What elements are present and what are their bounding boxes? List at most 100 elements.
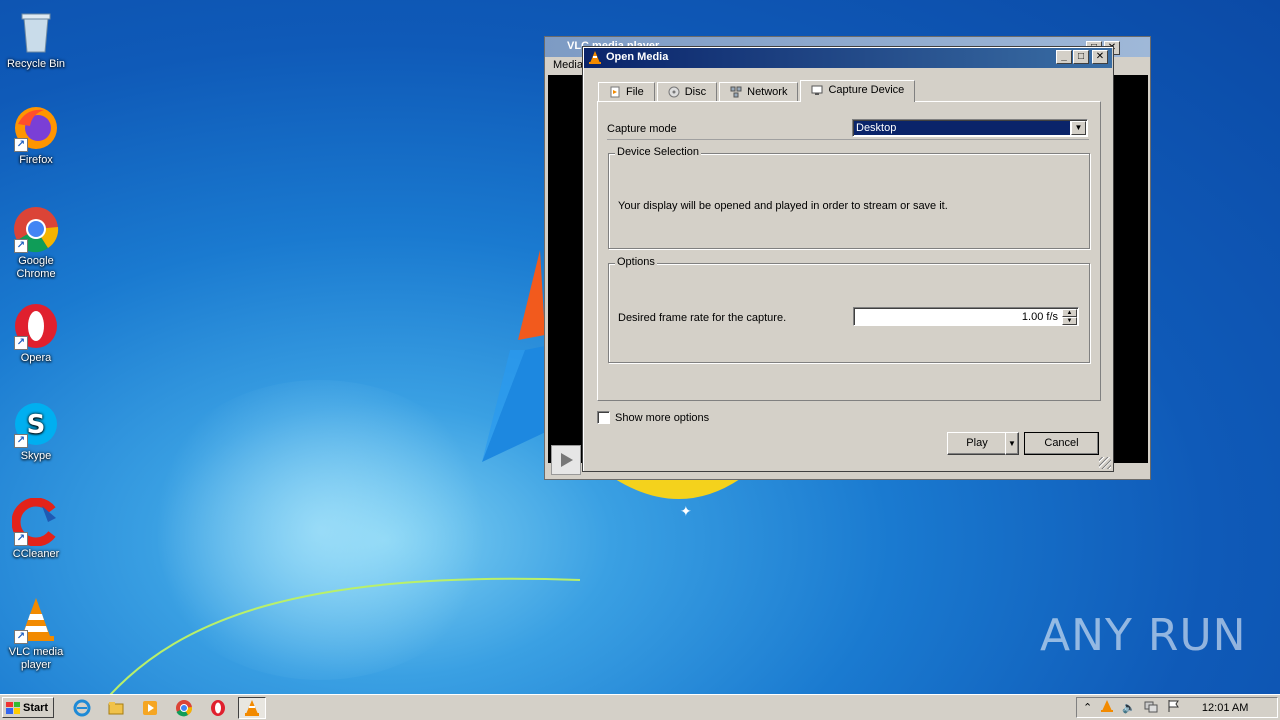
- frame-rate-label: Desired frame rate for the capture.: [618, 312, 787, 324]
- capture-device-icon: [811, 84, 823, 96]
- spin-up-icon[interactable]: ▲: [1062, 309, 1077, 317]
- frame-rate-value: 1.00 f/s: [1021, 311, 1058, 323]
- capture-mode-row: Capture mode Desktop ▼: [607, 116, 1089, 140]
- minimize-button[interactable]: _: [1056, 50, 1072, 64]
- wallpaper-swoosh: [109, 577, 581, 696]
- desktop-icon-label: VLC media player: [8, 646, 64, 671]
- play-icon: [561, 453, 573, 467]
- desktop-icon-label: Recycle Bin: [6, 58, 66, 70]
- desktop-icon-opera[interactable]: ↗ Opera: [0, 302, 72, 365]
- shortcut-arrow-icon: ↗: [14, 630, 28, 644]
- windows-flag-icon: [6, 701, 20, 714]
- opera-icon[interactable]: [204, 697, 232, 719]
- show-more-checkbox[interactable]: [597, 411, 610, 424]
- open-media-dialog: Open Media _ □ ✕ File Disc Network Captu…: [582, 46, 1114, 472]
- tab-file[interactable]: File: [598, 82, 655, 102]
- clock[interactable]: 12:01 AM: [1202, 702, 1248, 714]
- network-icon: [730, 86, 742, 98]
- desktop-icon-label: Skype: [20, 450, 52, 462]
- volume-icon[interactable]: 🔈: [1122, 701, 1136, 714]
- start-label: Start: [23, 701, 49, 714]
- tab-label: Disc: [684, 86, 707, 98]
- total-time: --:--: [1121, 429, 1138, 440]
- options-group: Options Desired frame rate for the captu…: [608, 256, 1090, 363]
- capture-device-panel: Capture mode Desktop ▼ Device Selection …: [597, 101, 1101, 401]
- play-button[interactable]: Play: [947, 432, 1007, 455]
- show-hidden-icons-icon[interactable]: ⌃: [1083, 701, 1092, 714]
- media-player-icon[interactable]: [136, 697, 164, 719]
- vlc-cone-icon: [589, 51, 601, 64]
- chevron-down-icon[interactable]: ▼: [1071, 121, 1086, 135]
- network-tray-icon[interactable]: [1144, 699, 1158, 716]
- spin-down-icon[interactable]: ▼: [1062, 317, 1077, 325]
- file-icon: [609, 86, 621, 98]
- chevron-down-icon: ▼: [1008, 439, 1016, 448]
- cancel-button[interactable]: Cancel: [1024, 432, 1099, 455]
- desktop-icon-label: Google Chrome: [16, 255, 56, 280]
- desktop-icon-label: CCleaner: [12, 548, 60, 560]
- desktop-icon-chrome[interactable]: ↗ Google Chrome: [0, 205, 72, 281]
- action-center-flag-icon[interactable]: [1166, 699, 1180, 716]
- desktop-icon-skype[interactable]: S ↗ Skype: [0, 400, 72, 463]
- shortcut-arrow-icon: ↗: [14, 434, 28, 448]
- tab-label: Capture Device: [828, 84, 905, 96]
- vlc-taskbar-button[interactable]: [238, 696, 266, 719]
- shortcut-arrow-icon: ↗: [14, 138, 28, 152]
- chrome-icon[interactable]: [170, 697, 198, 719]
- svg-text:S: S: [27, 410, 46, 440]
- skype-icon: S ↗: [12, 400, 60, 448]
- capture-mode-label: Capture mode: [607, 123, 677, 135]
- show-more-label: Show more options: [615, 411, 710, 424]
- recycle-bin-icon: [12, 8, 60, 56]
- vlc-tray-icon[interactable]: [1100, 699, 1114, 716]
- wallpaper-flower: ✦: [615, 479, 740, 520]
- device-message: Your display will be opened and played i…: [618, 200, 948, 212]
- tab-bar: File Disc Network Capture Device: [598, 80, 917, 102]
- desktop-icon-label: Firefox: [19, 154, 53, 166]
- ccleaner-icon: ↗: [11, 497, 60, 547]
- show-more-options[interactable]: Show more options: [597, 411, 709, 424]
- vlc-cone-icon: ↗: [12, 596, 60, 644]
- close-button[interactable]: ✕: [1092, 50, 1108, 64]
- quick-launch: [68, 696, 266, 719]
- internet-explorer-icon[interactable]: [68, 697, 96, 719]
- system-tray: ⌃ 🔈 12:01 AM: [1076, 697, 1278, 718]
- svg-text:✦: ✦: [680, 504, 692, 520]
- opera-icon: ↗: [12, 302, 60, 350]
- anyrun-watermark: ANY RUN: [1040, 610, 1247, 661]
- shortcut-arrow-icon: ↗: [14, 239, 28, 253]
- tab-label: Network: [747, 86, 788, 98]
- device-selection-legend: Device Selection: [615, 146, 701, 158]
- start-button[interactable]: Start: [2, 697, 54, 718]
- firefox-icon: ↗: [12, 104, 60, 152]
- capture-mode-select[interactable]: Desktop ▼: [852, 119, 1088, 137]
- frame-rate-spinbox[interactable]: 1.00 f/s ▲ ▼: [853, 307, 1079, 326]
- desktop-icon-recycle-bin[interactable]: Recycle Bin: [0, 8, 72, 71]
- maximize-button[interactable]: □: [1073, 50, 1089, 64]
- explorer-folder-icon[interactable]: [102, 697, 130, 719]
- watermark-text: ANY RUN: [1040, 610, 1247, 661]
- main-play-button[interactable]: [551, 445, 581, 475]
- shortcut-arrow-icon: ↗: [14, 336, 28, 350]
- dialog-window-controls: _ □ ✕: [1056, 50, 1108, 64]
- dialog-titlebar[interactable]: Open Media _ □ ✕: [584, 48, 1112, 68]
- capture-mode-value: Desktop: [854, 121, 1070, 135]
- tab-disc[interactable]: Disc: [656, 82, 718, 102]
- tab-network[interactable]: Network: [719, 82, 799, 102]
- chrome-icon: ↗: [12, 205, 60, 253]
- device-selection-group: Device Selection Your display will be op…: [608, 146, 1090, 249]
- dialog-title: Open Media: [606, 51, 669, 63]
- disc-icon: [668, 86, 680, 98]
- resize-grip[interactable]: [1099, 457, 1111, 469]
- tab-capture-device[interactable]: Capture Device: [800, 80, 916, 102]
- tab-label: File: [626, 86, 644, 98]
- desktop-icon-firefox[interactable]: ↗ Firefox: [0, 104, 72, 167]
- elapsed-time: --:--: [557, 429, 574, 440]
- desktop-icon-label: Opera: [20, 352, 52, 364]
- options-legend: Options: [615, 256, 657, 268]
- play-dropdown-button[interactable]: ▼: [1005, 432, 1019, 455]
- menu-media[interactable]: Media: [553, 59, 583, 71]
- desktop-icon-ccleaner[interactable]: ↗ CCleaner: [0, 497, 72, 561]
- desktop-icon-vlc[interactable]: ↗ VLC media player: [0, 596, 72, 672]
- shortcut-arrow-icon: ↗: [14, 532, 28, 546]
